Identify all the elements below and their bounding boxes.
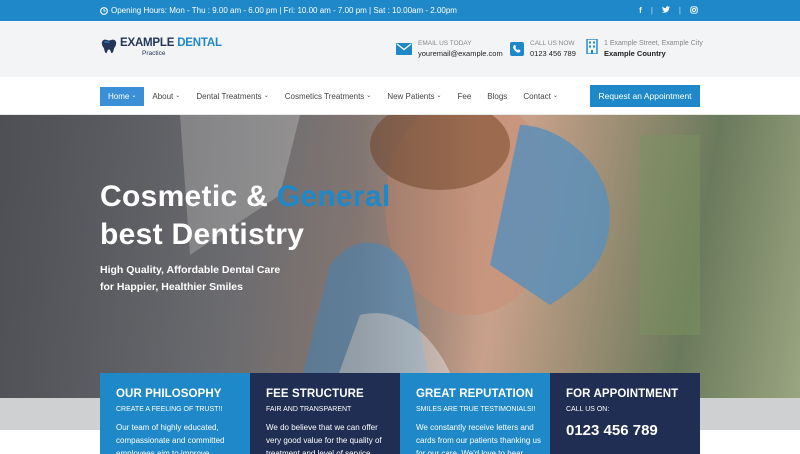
card-tagline: CREATE A FEELING OF TRUST!!	[116, 406, 223, 413]
card-title: GREAT REPUTATION	[416, 388, 534, 400]
request-appointment-button[interactable]: Request an Appointment	[590, 85, 700, 107]
chevron-down-icon: ⌄	[263, 93, 269, 99]
logo-brand-accent: DENTAL	[177, 37, 222, 49]
twitter-icon[interactable]	[661, 6, 670, 15]
hero-subtitle-line1: High Quality, Affordable Dental Care	[100, 264, 281, 276]
nav-item-label: Home	[108, 92, 130, 101]
building-icon	[586, 39, 598, 54]
card-title: FOR APPOINTMENT	[566, 388, 679, 400]
card-tagline: CALL US ON:	[566, 406, 610, 413]
hero-title-part2: best Dentistry	[100, 218, 305, 251]
social-separator: |	[678, 6, 681, 15]
chevron-down-icon: ⌄	[175, 93, 181, 99]
nav-item-new-patients[interactable]: New Patients ⌄	[379, 87, 449, 106]
nav-item-label: Cosmetics Treatments	[284, 92, 365, 101]
nav-item-dental-treatments[interactable]: Dental Treatments ⌄	[188, 87, 276, 106]
nav-item-fee[interactable]: Fee	[450, 87, 480, 106]
nav-item-contact[interactable]: Contact ⌄	[515, 87, 566, 106]
hero-overlay	[0, 115, 800, 398]
card-text: We do believe that we can offer very goo…	[266, 423, 382, 454]
card-title: OUR PHILOSOPHY	[116, 388, 222, 400]
contact-phone-label: CALL US NOW	[530, 40, 575, 47]
hero-subtitle-line2: for Happier, Healthier Smiles	[100, 281, 243, 293]
contact-email-label: EMAIL US TODAY	[418, 40, 472, 47]
social-separator: |	[650, 6, 653, 15]
card-tagline: FAIR AND TRANSPARENT	[266, 406, 352, 413]
opening-hours-text: Opening Hours: Mon - Thu : 9.00 am - 6.0…	[111, 6, 457, 15]
nav-item-label: Contact	[523, 92, 551, 101]
contact-email-value[interactable]: youremail@example.com	[418, 48, 503, 59]
card-reputation: GREAT REPUTATION SMILES ARE TRUE TESTIMO…	[400, 373, 550, 454]
top-info-bar: Opening Hours: Mon - Thu : 9.00 am - 6.0…	[0, 0, 800, 21]
nav-item-about[interactable]: About ⌄	[144, 87, 188, 106]
instagram-icon[interactable]	[690, 5, 698, 16]
chevron-down-icon: ⌄	[436, 93, 442, 99]
contact-address-line1: 1 Example Street, Example City	[604, 40, 703, 47]
contact-email[interactable]: EMAIL US TODAY youremail@example.com	[396, 39, 503, 59]
nav-item-label: Dental Treatments	[196, 92, 262, 101]
card-fee-structure: FEE STRUCTURE FAIR AND TRANSPARENT We do…	[250, 373, 400, 454]
site-header: EXAMPLE DENTAL Practice EMAIL US TODAY y…	[0, 21, 800, 77]
contact-address-line2: Example Country	[604, 49, 666, 58]
nav-item-label: Fee	[457, 92, 472, 101]
logo-subtitle: Practice	[142, 49, 166, 57]
nav-item-label: About	[152, 92, 174, 101]
hero-title-accent: General	[276, 180, 391, 213]
facebook-icon[interactable]: f	[639, 6, 642, 15]
chevron-down-icon: ⌄	[131, 93, 137, 99]
contact-phone[interactable]: CALL US NOW 0123 456 789	[510, 39, 576, 59]
contact-phone-value[interactable]: 0123 456 789	[530, 48, 576, 59]
nav-item-label: Blogs	[487, 92, 508, 101]
hero-subtitle: High Quality, Affordable Dental Care for…	[100, 262, 280, 296]
logo-brand-dark: EXAMPLE	[120, 37, 175, 49]
card-text: Our team of highly educated, compassiona…	[116, 423, 225, 454]
card-text: We constantly receive letters and cards …	[416, 423, 541, 454]
main-navigation: Home ⌄ About ⌄ Dental Treatments ⌄ Cosmetic…	[0, 77, 800, 115]
nav-item-cosmetics-treatments[interactable]: Cosmetics Treatments ⌄	[277, 87, 380, 106]
tooth-logo-icon	[101, 39, 117, 54]
feature-cards: OUR PHILOSOPHY CREATE A FEELING OF TRUST…	[100, 373, 700, 454]
card-appointment: FOR APPOINTMENT CALL US ON: 0123 456 789	[550, 373, 700, 454]
appointment-phone-number[interactable]: 0123 456 789	[566, 422, 700, 439]
opening-hours: Opening Hours: Mon - Thu : 9.00 am - 6.0…	[100, 6, 457, 15]
hero-title-part1: Cosmetic &	[100, 180, 269, 213]
card-philosophy: OUR PHILOSOPHY CREATE A FEELING OF TRUST…	[100, 373, 250, 454]
social-links: f | |	[639, 0, 698, 21]
hero-title: Cosmetic & General best Dentistry	[100, 178, 391, 254]
chevron-down-icon: ⌄	[552, 93, 558, 99]
clock-icon	[100, 6, 108, 15]
nav-item-label: New Patients	[387, 92, 435, 101]
envelope-icon	[396, 43, 412, 55]
card-title: FEE STRUCTURE	[266, 388, 364, 400]
nav-item-home[interactable]: Home ⌄	[100, 87, 145, 106]
hero-banner: Cosmetic & General best Dentistry High Q…	[0, 115, 800, 398]
chevron-down-icon: ⌄	[366, 93, 372, 99]
nav-item-blogs[interactable]: Blogs	[479, 87, 515, 106]
card-tagline: SMILES ARE TRUE TESTIMONIALS!!	[416, 406, 536, 413]
phone-icon	[510, 42, 524, 56]
site-logo[interactable]: EXAMPLE DENTAL Practice	[100, 37, 222, 57]
contact-address: 1 Example Street, Example City Example C…	[586, 39, 703, 59]
